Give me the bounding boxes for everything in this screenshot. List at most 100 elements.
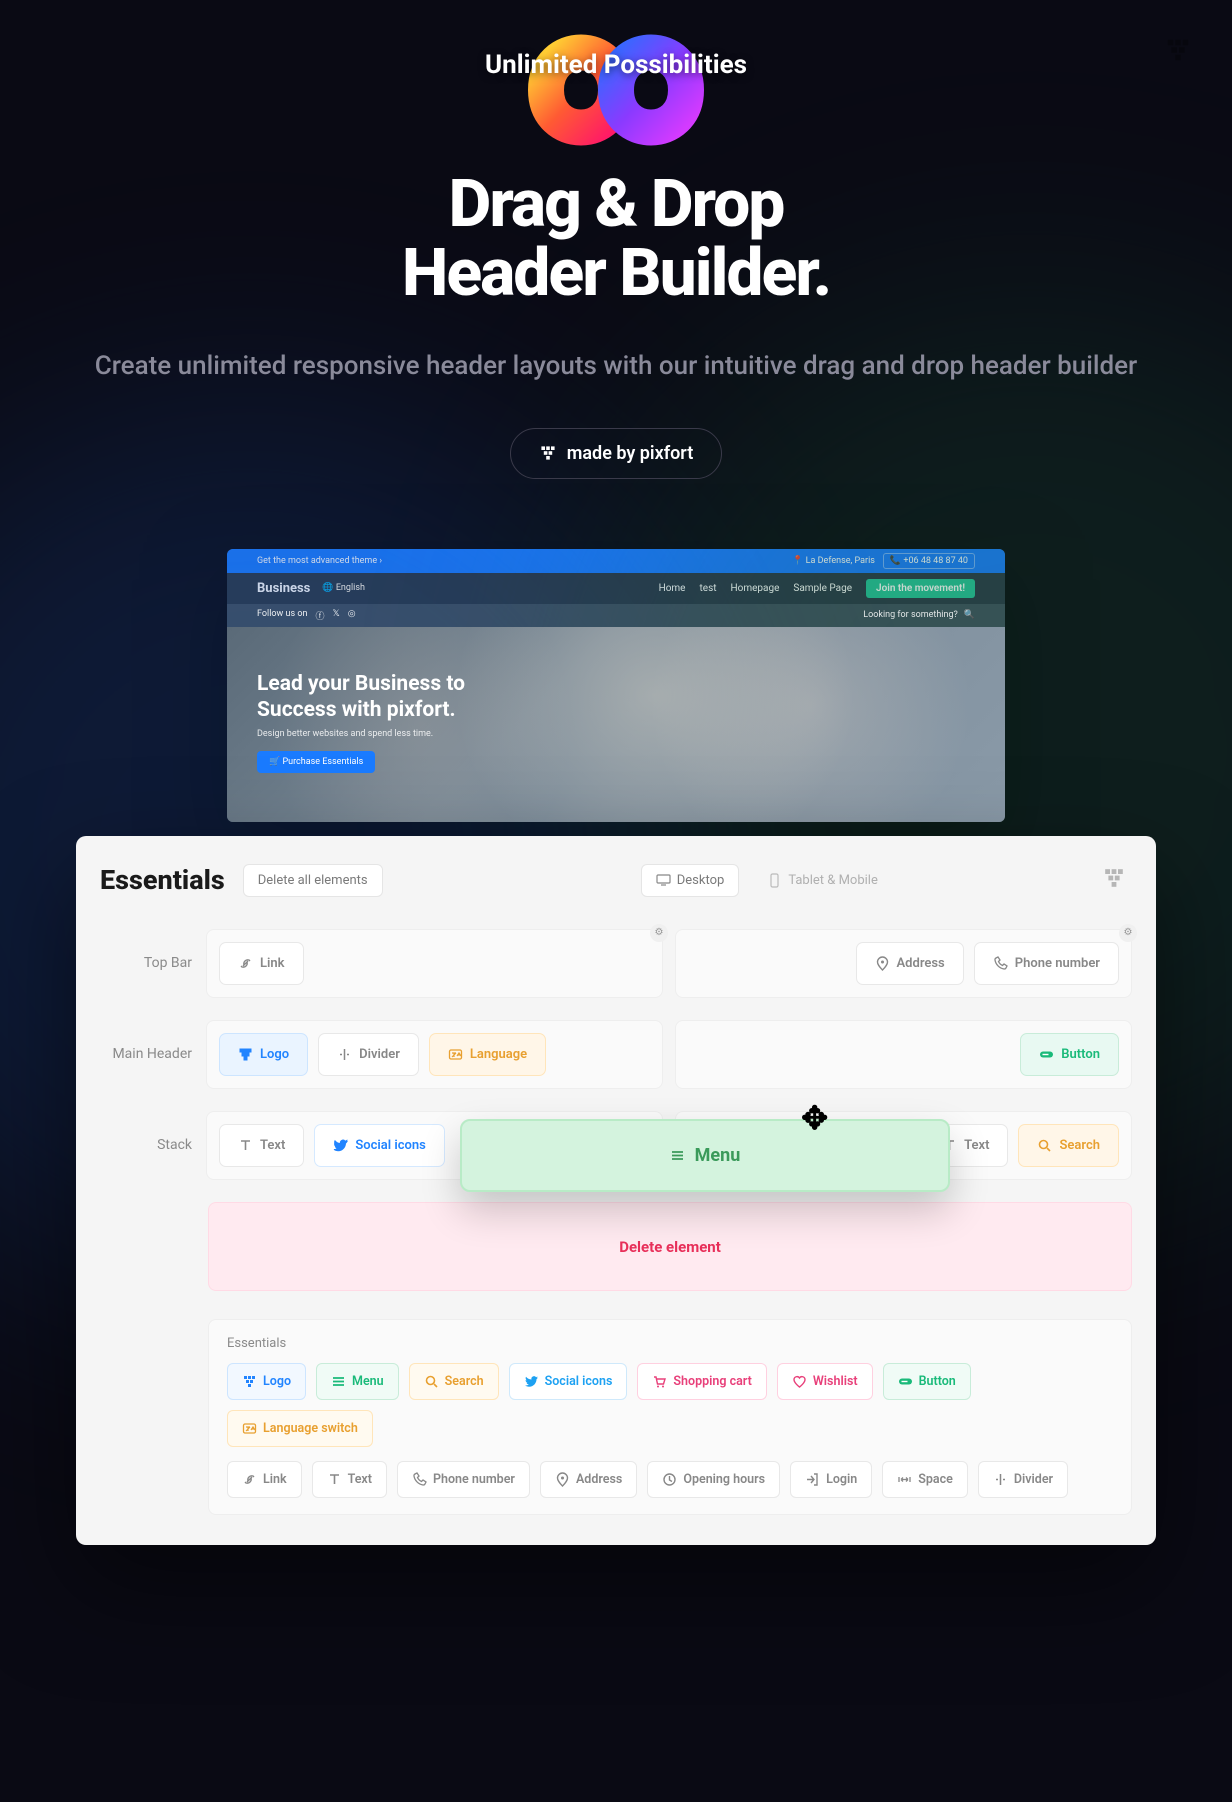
follow-row: Follow us on ⓕ 𝕏 ◎ (257, 609, 356, 622)
hero-subtitle: Create unlimited responsive header layou… (0, 347, 1232, 386)
element-palette: Essentials Logo Menu Search Social iconsSho… (208, 1319, 1132, 1515)
element-opening-hours[interactable]: Opening hours (647, 1461, 780, 1498)
cart-icon (652, 1374, 667, 1389)
text-icon (327, 1472, 342, 1487)
element-logo[interactable]: Logo (227, 1363, 306, 1400)
element-social-icons[interactable]: Social icons (509, 1363, 628, 1400)
hero-badge: Unlimited Possibilities (485, 50, 747, 80)
search-icon (424, 1374, 439, 1389)
builder-logo (1102, 864, 1126, 896)
element-link[interactable]: Link (227, 1461, 302, 1498)
search-icon (1037, 1138, 1052, 1153)
element-menu[interactable]: Menu (316, 1363, 399, 1400)
header-preview: Get the most advanced theme › 📍 La Defen… (227, 549, 1005, 822)
phone-icon (412, 1472, 427, 1487)
gear-icon[interactable]: ⚙ (1119, 924, 1137, 942)
twitter-icon[interactable]: 𝕏 (332, 609, 339, 622)
preview-hero-subtitle: Design better websites and spend less ti… (257, 729, 975, 739)
header-builder-panel: Essentials Delete all elements Desktop T… (76, 836, 1156, 1545)
element-space[interactable]: Space (882, 1461, 968, 1498)
mobile-view-tab[interactable]: Tablet & Mobile (753, 865, 892, 896)
preview-hero-title: Lead your Business toSuccess with pixfor… (257, 671, 975, 724)
hero-title: Drag & DropHeader Builder. (0, 170, 1232, 309)
element-language-switch[interactable]: Language switch (227, 1410, 373, 1447)
gear-icon[interactable]: ⚙ (650, 924, 668, 942)
topbar-address: 📍 La Defense, Paris (792, 556, 875, 566)
divider-icon (993, 1472, 1008, 1487)
preview-purchase-button[interactable]: 🛒 Purchase Essentials (257, 751, 375, 773)
twitter-icon (333, 1138, 348, 1153)
builder-title: Essentials (100, 864, 225, 896)
move-cursor-icon: ✥ (801, 1099, 828, 1137)
row-label-stack: Stack (100, 1137, 192, 1153)
element-link[interactable]: Link (219, 942, 304, 985)
topbar-phone: 📞 +06 48 48 87 40 (883, 553, 975, 569)
twitter-icon (524, 1374, 539, 1389)
divider-icon (337, 1047, 352, 1062)
dropzone-main-right[interactable]: Button (675, 1020, 1132, 1089)
topbar-tagline: Get the most advanced theme › (257, 556, 382, 566)
menu-icon (331, 1374, 346, 1389)
nav-item[interactable]: Sample Page (793, 583, 852, 594)
dropzone-topbar-right[interactable]: ⚙ AddressPhone number (675, 929, 1132, 998)
search-row[interactable]: Looking for something? 🔍 (863, 610, 975, 620)
menu-icon (670, 1148, 685, 1163)
lang-icon (242, 1421, 257, 1436)
phone-icon (993, 956, 1008, 971)
nav-cta[interactable]: Join the movement! (866, 579, 975, 598)
desktop-icon (656, 873, 671, 888)
btn-icon (898, 1374, 913, 1389)
palette-title: Essentials (227, 1336, 1113, 1351)
link-icon (238, 956, 253, 971)
text-icon (238, 1138, 253, 1153)
btn-icon (1039, 1047, 1054, 1062)
element-text[interactable]: Text (312, 1461, 387, 1498)
element-logo[interactable]: Logo (219, 1033, 308, 1076)
nav-item[interactable]: Homepage (731, 583, 780, 594)
dragging-element-menu[interactable]: ✥ Menu (460, 1119, 950, 1192)
link-icon (242, 1472, 257, 1487)
brand: Business (257, 581, 310, 596)
element-divider[interactable]: Divider (318, 1033, 419, 1076)
tower-icon (242, 1374, 257, 1389)
element-shopping-cart[interactable]: Shopping cart (637, 1363, 766, 1400)
mobile-icon (767, 873, 782, 888)
delete-dropzone[interactable]: Delete element (208, 1202, 1132, 1291)
nav-item[interactable]: Home (659, 583, 686, 594)
dropzone-main-left[interactable]: LogoDividerLanguage (206, 1020, 663, 1089)
tower-icon (238, 1047, 253, 1062)
lang-icon (448, 1047, 463, 1062)
nav-language: 🌐 English (322, 583, 365, 593)
element-language[interactable]: Language (429, 1033, 546, 1076)
facebook-icon[interactable]: ⓕ (315, 609, 324, 622)
row-label-topbar: Top Bar (100, 955, 192, 971)
heart-icon (792, 1374, 807, 1389)
element-address[interactable]: Address (856, 942, 964, 985)
element-button[interactable]: Button (1020, 1033, 1119, 1076)
element-text[interactable]: Text (219, 1124, 304, 1167)
nav-item[interactable]: test (700, 583, 717, 594)
element-search[interactable]: Search (1018, 1124, 1119, 1167)
element-phone-number[interactable]: Phone number (397, 1461, 530, 1498)
space-icon (897, 1472, 912, 1487)
element-address[interactable]: Address (540, 1461, 637, 1498)
element-social-icons[interactable]: Social icons (314, 1124, 445, 1167)
pin-icon (555, 1472, 570, 1487)
clock-icon (662, 1472, 677, 1487)
element-phone-number[interactable]: Phone number (974, 942, 1119, 985)
desktop-view-tab[interactable]: Desktop (641, 864, 740, 897)
element-divider[interactable]: Divider (978, 1461, 1068, 1498)
row-label-main: Main Header (100, 1046, 192, 1062)
login-icon (805, 1472, 820, 1487)
dropzone-topbar-left[interactable]: ⚙ Link (206, 929, 663, 998)
instagram-icon[interactable]: ◎ (348, 609, 356, 622)
element-wishlist[interactable]: Wishlist (777, 1363, 873, 1400)
delete-all-button[interactable]: Delete all elements (243, 864, 383, 897)
infinity-graphic: Unlimited Possibilities (476, 10, 756, 174)
element-login[interactable]: Login (790, 1461, 872, 1498)
element-search[interactable]: Search (409, 1363, 499, 1400)
search-icon: 🔍 (964, 610, 975, 620)
pixfort-icon (539, 443, 557, 463)
element-button[interactable]: Button (883, 1363, 971, 1400)
made-by-pill[interactable]: made by pixfort (510, 428, 723, 479)
